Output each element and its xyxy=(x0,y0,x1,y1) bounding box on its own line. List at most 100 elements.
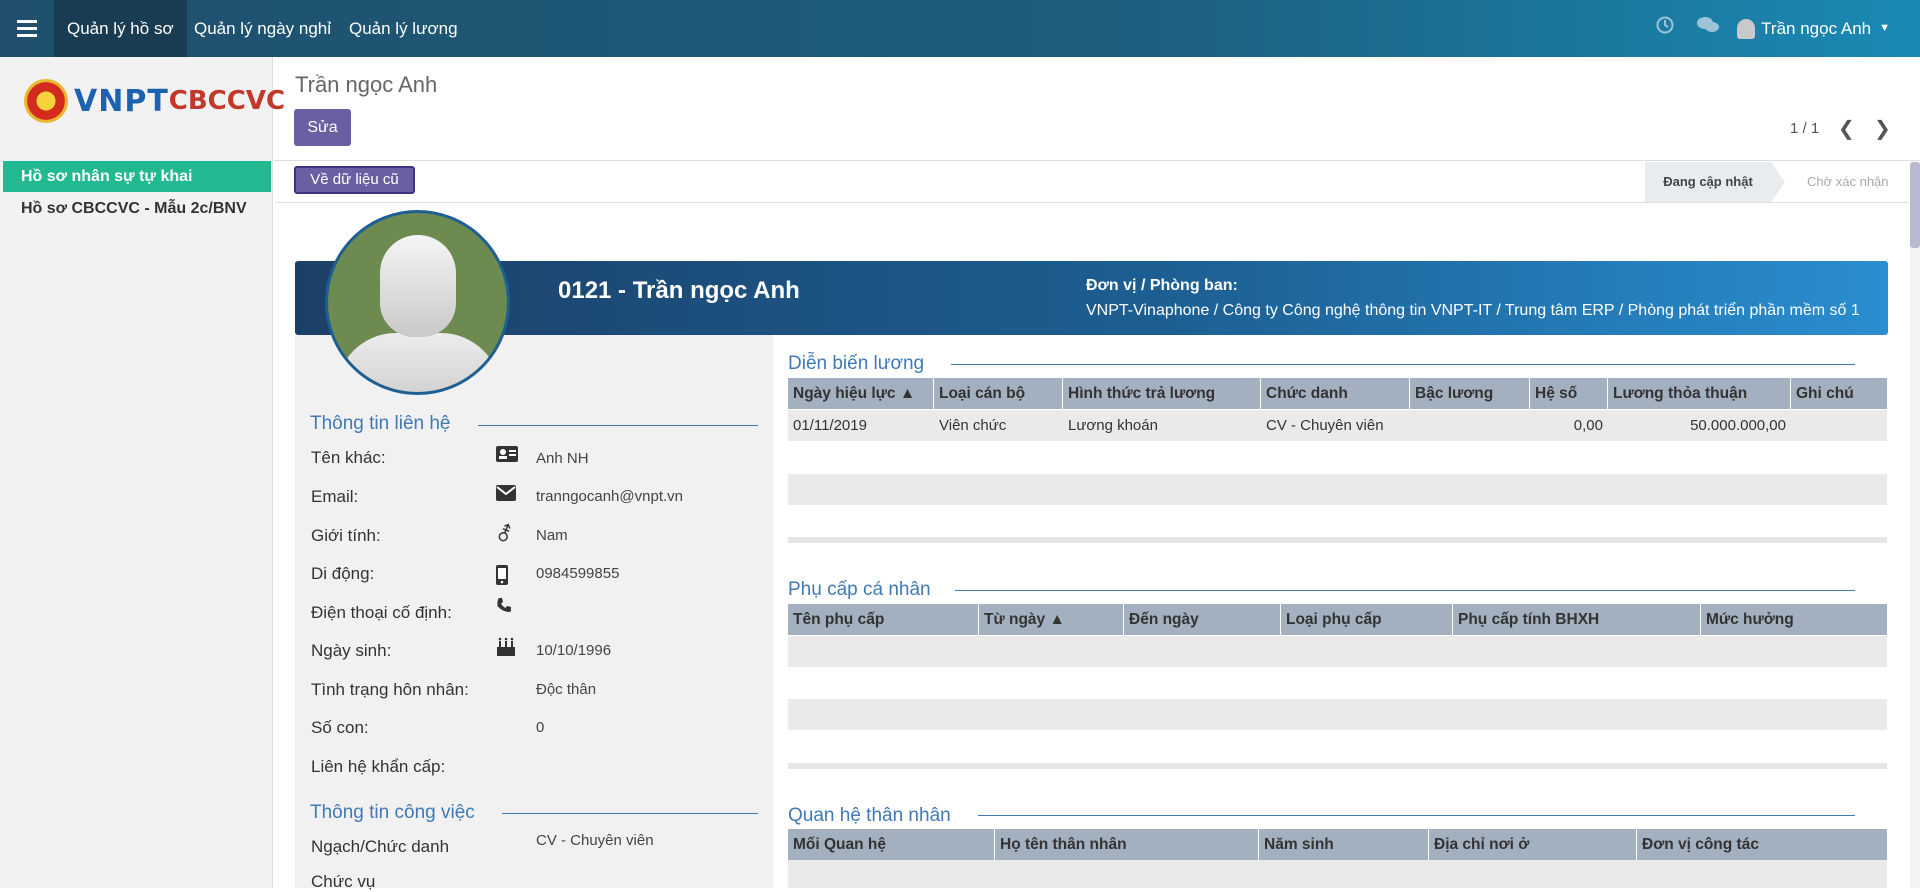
column-header[interactable]: Chức danh xyxy=(1261,378,1410,409)
field-value-tinh-trang-hon-nhan: Độc thân xyxy=(536,681,597,698)
column-header[interactable]: Lương thỏa thuận xyxy=(1608,378,1791,409)
empty-row xyxy=(788,474,1887,505)
column-header[interactable]: Tên phụ cấp xyxy=(788,604,979,635)
column-header[interactable]: Loại cán bộ xyxy=(934,378,1063,409)
section-divider xyxy=(951,364,1855,365)
table-footer xyxy=(788,537,1887,543)
id-card-icon xyxy=(496,446,518,467)
stage-cho-xac-nhan[interactable]: Chờ xác nhận xyxy=(1787,162,1909,202)
table-cell: Lương khoán xyxy=(1068,417,1158,434)
table-cell: 0,00 xyxy=(1573,417,1603,434)
stage-dang-cap-nhat[interactable]: Đang cập nhật xyxy=(1645,162,1771,202)
column-header[interactable]: Hình thức trả lương xyxy=(1063,378,1261,409)
empty-row xyxy=(788,441,1887,472)
user-name: Trần ngọc Anh xyxy=(1761,19,1872,38)
field-label-ngay-sinh: Ngày sinh: xyxy=(311,641,392,660)
scrollbar-thumb[interactable] xyxy=(1910,162,1920,248)
hamburger-icon xyxy=(17,18,37,39)
mobile-icon xyxy=(496,565,508,590)
field-label-ten-khac: Tên khác: xyxy=(311,448,386,467)
sidebar-item-ho-so-tu-khai[interactable]: Hồ sơ nhân sự tự khai xyxy=(3,161,271,192)
stage-arrow xyxy=(1771,162,1785,202)
field-value-ten-khac: Anh NH xyxy=(536,450,589,467)
table-cell xyxy=(1410,410,1530,441)
field-label-chuc-vu: Chức vụ xyxy=(311,872,376,891)
field-value-ngay-sinh: 10/10/1996 xyxy=(536,642,612,659)
field-value-ngach-chuc-danh: CV - Chuyên viên xyxy=(536,832,654,849)
empty-row xyxy=(788,667,1887,698)
nav-item-quan-ly-ho-so[interactable]: Quản lý hồ sơ xyxy=(54,0,187,57)
field-label-email: Email: xyxy=(311,487,359,506)
nav-item-quan-ly-ngay-nghi[interactable]: Quản lý ngày nghỉ xyxy=(181,0,344,57)
column-header[interactable]: Loại phụ cấp xyxy=(1281,604,1453,635)
column-header[interactable]: Hệ số xyxy=(1530,378,1608,409)
field-label-dien-thoai-co-dinh: Điện thoại cố định: xyxy=(311,603,452,622)
column-header[interactable]: Mức hưởng xyxy=(1701,604,1887,635)
envelope-icon xyxy=(496,485,516,506)
table-row[interactable]: 01/11/2019 Viên chức Lương khoán CV - Ch… xyxy=(788,410,1887,441)
field-label-di-dong: Di động: xyxy=(311,564,375,583)
section-title-work: Thông tin công việc xyxy=(310,802,475,823)
department-label: Đơn vị / Phòng ban: xyxy=(1086,277,1238,294)
table-cell: 50.000.000,00 xyxy=(1690,417,1786,434)
logo-text-cbccvc: CBCCVC xyxy=(168,86,286,116)
column-header[interactable]: Ghi chú xyxy=(1791,378,1887,409)
field-label-ngach-chuc-danh: Ngạch/Chức danh xyxy=(311,837,450,856)
edit-button[interactable]: Sửa xyxy=(294,109,351,146)
logo-text-vnpt: VNPT xyxy=(74,83,169,119)
section-divider xyxy=(478,425,758,426)
user-menu[interactable]: Trần ngọc Anh ▼ xyxy=(1737,0,1890,57)
table-cell: Viên chức xyxy=(939,417,1007,434)
department-value: VNPT-Vinaphone / Công ty Công nghệ thông… xyxy=(1086,302,1860,319)
next-record-icon[interactable]: ❯ xyxy=(1874,116,1891,141)
column-header[interactable]: Họ tên thân nhân xyxy=(995,829,1259,860)
table-footer xyxy=(788,763,1887,769)
employee-photo[interactable] xyxy=(325,210,510,395)
column-header[interactable]: Đến ngày xyxy=(1124,604,1281,635)
divider xyxy=(274,160,1920,161)
field-value-so-con: 0 xyxy=(536,719,545,736)
salary-table-header: Ngày hiệu lực ▲ Loại cán bộ Hình thức tr… xyxy=(788,378,1887,409)
empty-row xyxy=(788,860,1887,888)
national-emblem-icon xyxy=(24,79,68,123)
field-value-di-dong: 0984599855 xyxy=(536,565,620,582)
column-header[interactable]: Đơn vị công tác xyxy=(1637,829,1887,860)
sidebar-item-ho-so-cbccvc[interactable]: Hồ sơ CBCCVC - Mẫu 2c/BNV xyxy=(3,193,271,224)
column-header[interactable]: Từ ngày ▲ xyxy=(979,604,1124,635)
table-cell xyxy=(1791,410,1887,441)
section-title-contact: Thông tin liên hệ xyxy=(310,413,451,434)
section-title-salary: Diễn biến lương xyxy=(788,353,925,374)
allowance-table-header: Tên phụ cấp Từ ngày ▲ Đến ngày Loại phụ … xyxy=(788,604,1887,635)
vnpt-logo: VNPT CBCCVC xyxy=(24,75,285,127)
field-value-gioi-tinh: Nam xyxy=(536,527,568,544)
phone-icon xyxy=(496,597,512,618)
field-value-email: tranngocanh@vnpt.vn xyxy=(536,488,683,505)
previous-record-icon[interactable]: ❮ xyxy=(1838,116,1855,141)
column-header[interactable]: Địa chỉ nơi ở xyxy=(1429,829,1637,860)
column-header[interactable]: Mối Quan hệ xyxy=(788,829,995,860)
birthday-cake-icon xyxy=(496,637,516,662)
menu-toggle-button[interactable] xyxy=(0,0,54,57)
page-title: Trần ngọc Anh xyxy=(295,72,438,97)
table-cell: 01/11/2019 xyxy=(793,417,867,434)
column-header[interactable]: Bậc lương xyxy=(1410,378,1530,409)
chat-icon[interactable] xyxy=(1697,16,1719,39)
employee-banner xyxy=(295,261,1888,335)
table-cell: CV - Chuyên viên xyxy=(1266,417,1384,434)
employee-code-name: 0121 - Trần ngọc Anh xyxy=(558,277,800,304)
column-header[interactable]: Năm sinh xyxy=(1259,829,1429,860)
field-label-lien-he-khan-cap: Liên hệ khẩn cấp: xyxy=(311,757,446,776)
sidebar: VNPT CBCCVC Hồ sơ nhân sự tự khai Hồ sơ … xyxy=(0,57,285,888)
nav-item-quan-ly-luong[interactable]: Quản lý lương xyxy=(336,0,471,57)
scrollbar-track[interactable] xyxy=(1910,162,1920,888)
back-to-old-data-button[interactable]: Về dữ liệu cũ xyxy=(294,166,415,194)
status-bar: Về dữ liệu cũ Đang cập nhật Chờ xác nhận xyxy=(275,162,1909,203)
field-label-so-con: Số con: xyxy=(311,718,369,737)
field-label-tinh-trang-hon-nhan: Tình trạng hôn nhân: xyxy=(311,680,469,699)
clock-icon[interactable] xyxy=(1656,16,1674,39)
section-title-family: Quan hệ thân nhân xyxy=(788,805,951,826)
column-header[interactable]: Phụ cấp tính BHXH xyxy=(1453,604,1701,635)
column-header[interactable]: Ngày hiệu lực ▲ xyxy=(788,378,934,409)
section-title-allowance: Phụ cấp cá nhân xyxy=(788,579,931,600)
field-label-gioi-tinh: Giới tính: xyxy=(311,526,381,545)
